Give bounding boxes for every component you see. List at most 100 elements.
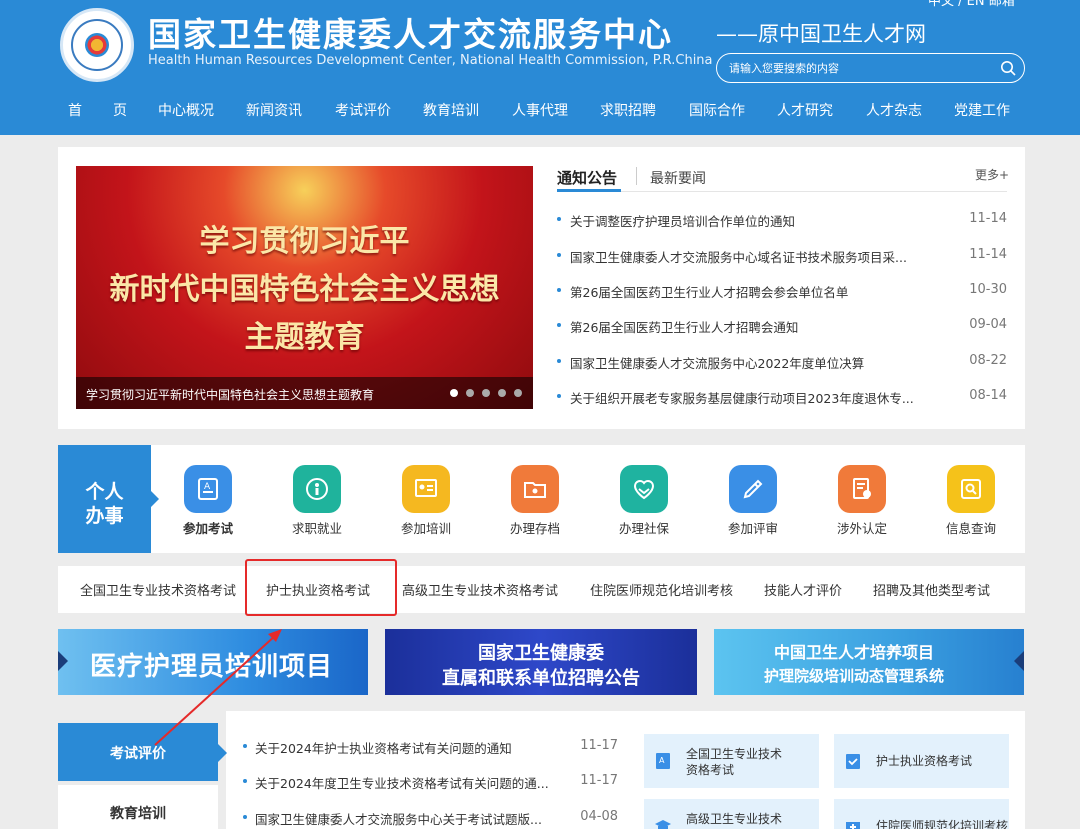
nav-item-international[interactable]: 国际合作 xyxy=(689,100,745,120)
service-exam[interactable]: A 参加考试 xyxy=(163,465,253,545)
archive-icon[interactable] xyxy=(511,465,559,513)
bullet-icon xyxy=(557,253,561,257)
tab-notices[interactable]: 通知公告 xyxy=(557,167,617,188)
nav-item-news[interactable]: 新闻资讯 xyxy=(246,100,302,120)
training-icon[interactable] xyxy=(402,465,450,513)
slide-dot[interactable] xyxy=(450,389,458,397)
news-item[interactable]: 第26届全国医药卫生行业人才招聘会参会单位名单 10-30 xyxy=(557,281,1007,301)
search-box[interactable] xyxy=(716,53,1025,83)
exam-news-item[interactable]: 国家卫生健康委人才交流服务中心关于考试试题版... 04-08 xyxy=(243,808,618,828)
prev-arrow-icon[interactable] xyxy=(58,651,68,671)
site-title-en: Health Human Resources Development Cente… xyxy=(148,53,713,68)
nav-item-home-1[interactable]: 首 xyxy=(68,100,82,120)
category-skills-eval[interactable]: 技能人才评价 xyxy=(764,580,842,599)
center-logo[interactable] xyxy=(60,8,134,82)
exam-news-item[interactable]: 关于2024年护士执业资格考试有关问题的通知 11-17 xyxy=(243,737,618,757)
exam-icon[interactable]: A xyxy=(184,465,232,513)
nav-item-personnel[interactable]: 人事代理 xyxy=(512,100,568,120)
language-mail-links[interactable]: 中文 / EN 邮箱 xyxy=(928,0,1015,9)
tab-underline xyxy=(557,191,1007,192)
nav-item-magazine[interactable]: 人才杂志 xyxy=(866,100,922,120)
banner-nursing-system[interactable]: 中国卫生人才培养项目 护理院级培训动态管理系统 xyxy=(714,629,1024,695)
banner-title: 医疗护理员培训项目 xyxy=(90,652,334,682)
bullet-icon xyxy=(557,359,561,363)
news-item[interactable]: 第26届全国医药卫生行业人才招聘会通知 09-04 xyxy=(557,316,1007,336)
nav-item-research[interactable]: 人才研究 xyxy=(777,100,833,120)
service-review[interactable]: 参加评审 xyxy=(708,465,798,545)
nav-item-jobs[interactable]: 求职招聘 xyxy=(600,100,656,120)
slide-dot[interactable] xyxy=(498,389,506,397)
tab-latest-news[interactable]: 最新要闻 xyxy=(650,168,706,188)
news-title[interactable]: 国家卫生健康委人才交流服务中心2022年度单位决算 xyxy=(570,353,930,372)
category-senior-tech-exam[interactable]: 高级卫生专业技术资格考试 xyxy=(402,580,558,599)
card-nurse-exam[interactable]: 护士执业资格考试 xyxy=(834,734,1009,788)
slide-dot[interactable] xyxy=(482,389,490,397)
slide-line-2: 新时代中国特色社会主义思想 xyxy=(109,272,500,307)
bullet-icon xyxy=(243,815,247,819)
nav-item-home-2[interactable]: 页 xyxy=(113,100,127,120)
news-title[interactable]: 第26届全国医药卫生行业人才招聘会参会单位名单 xyxy=(570,282,930,301)
card-national-tech-exam[interactable]: A 全国卫生专业技术 资格考试 xyxy=(644,734,819,788)
job-icon[interactable] xyxy=(293,465,341,513)
side-tab-label: 教育培训 xyxy=(110,806,166,822)
side-tab-education[interactable]: 教育培训 xyxy=(58,785,218,829)
site-header: 国家卫生健康委人才交流服务中心 Health Human Resources D… xyxy=(0,0,1080,135)
service-label: 求职就业 xyxy=(291,521,342,536)
review-icon[interactable] xyxy=(729,465,777,513)
banner-title-line2: 直属和联系单位招聘公告 xyxy=(442,668,640,689)
social-security-icon[interactable] xyxy=(620,465,668,513)
news-date: 08-22 xyxy=(969,353,1007,368)
info-query-icon[interactable] xyxy=(947,465,995,513)
nav-item-about[interactable]: 中心概况 xyxy=(158,100,214,120)
exam-news-title[interactable]: 关于2024年护士执业资格考试有关问题的通知 xyxy=(255,738,555,757)
foreign-cert-icon[interactable] xyxy=(838,465,886,513)
more-link[interactable]: 更多+ xyxy=(975,166,1009,183)
service-foreign-cert[interactable]: 涉外认定 xyxy=(817,465,907,545)
nav-item-exam[interactable]: 考试评价 xyxy=(335,100,391,120)
slideshow[interactable]: 学习贯彻习近平 新时代中国特色社会主义思想 主题教育 学习贯彻习近平新时代中国特… xyxy=(76,166,533,409)
category-national-tech-exam[interactable]: 全国卫生专业技术资格考试 xyxy=(80,580,236,599)
search-input[interactable] xyxy=(729,60,989,76)
service-info-query[interactable]: 信息查询 xyxy=(926,465,1016,545)
bullet-icon xyxy=(557,394,561,398)
side-tab-label: 考试评价 xyxy=(110,746,166,762)
service-social-security[interactable]: 办理社保 xyxy=(599,465,689,545)
category-recruitment-exam[interactable]: 招聘及其他类型考试 xyxy=(873,580,990,599)
exam-news-title[interactable]: 关于2024年度卫生专业技术资格考试有关问题的通... xyxy=(255,773,555,792)
exam-news-title[interactable]: 国家卫生健康委人才交流服务中心关于考试试题版... xyxy=(255,809,555,828)
service-label: 参加考试 xyxy=(182,521,233,536)
news-title[interactable]: 国家卫生健康委人才交流服务中心域名证书技术服务项目采... xyxy=(570,247,930,266)
next-arrow-icon[interactable] xyxy=(1014,651,1024,671)
category-resident-training[interactable]: 住院医师规范化培训考核 xyxy=(590,580,733,599)
card-label: 住院医师规范化培训考核 xyxy=(876,819,1009,829)
banner-title-line1: 国家卫生健康委 xyxy=(478,643,604,664)
side-tab-exam-eval[interactable]: 考试评价 xyxy=(58,723,227,781)
slide-dot[interactable] xyxy=(514,389,522,397)
slide-dot[interactable] xyxy=(466,389,474,397)
highlight-box xyxy=(245,559,397,616)
news-title[interactable]: 关于调整医疗护理员培训合作单位的通知 xyxy=(570,211,930,230)
nav-item-party[interactable]: 党建工作 xyxy=(954,100,1010,120)
banner-recruitment-notice[interactable]: 国家卫生健康委 直属和联系单位招聘公告 xyxy=(385,629,697,695)
personal-affairs-label: 个人 办事 xyxy=(58,445,159,553)
slide-line-1: 学习贯彻习近平 xyxy=(199,224,410,259)
service-label: 参加培训 xyxy=(400,521,451,536)
service-archive[interactable]: 办理存档 xyxy=(490,465,580,545)
service-job[interactable]: 求职就业 xyxy=(272,465,362,545)
site-title-cn: 国家卫生健康委人才交流服务中心 xyxy=(148,15,673,54)
search-icon[interactable] xyxy=(1000,60,1016,76)
news-item[interactable]: 国家卫生健康委人才交流服务中心域名证书技术服务项目采... 11-14 xyxy=(557,246,1007,266)
banner-caregiver-training[interactable]: 医疗护理员培训项目 xyxy=(58,629,368,695)
news-item[interactable]: 关于调整医疗护理员培训合作单位的通知 11-14 xyxy=(557,210,1007,230)
nav-item-training[interactable]: 教育培训 xyxy=(423,100,479,120)
card-senior-tech-exam[interactable]: 高级卫生专业技术 xyxy=(644,799,819,829)
news-title[interactable]: 关于组织开展老专家服务基层健康行动项目2023年度退休专... xyxy=(570,388,930,407)
slide-line-3: 主题教育 xyxy=(244,320,365,355)
news-title[interactable]: 第26届全国医药卫生行业人才招聘会通知 xyxy=(570,317,930,336)
card-resident-training[interactable]: 住院医师规范化培训考核 xyxy=(834,799,1009,829)
service-training[interactable]: 参加培训 xyxy=(381,465,471,545)
news-item[interactable]: 关于组织开展老专家服务基层健康行动项目2023年度退休专... 08-14 xyxy=(557,387,1007,407)
news-item[interactable]: 国家卫生健康委人才交流服务中心2022年度单位决算 08-22 xyxy=(557,352,1007,372)
service-label: 办理社保 xyxy=(618,521,669,536)
exam-news-item[interactable]: 关于2024年度卫生专业技术资格考试有关问题的通... 11-17 xyxy=(243,772,618,792)
